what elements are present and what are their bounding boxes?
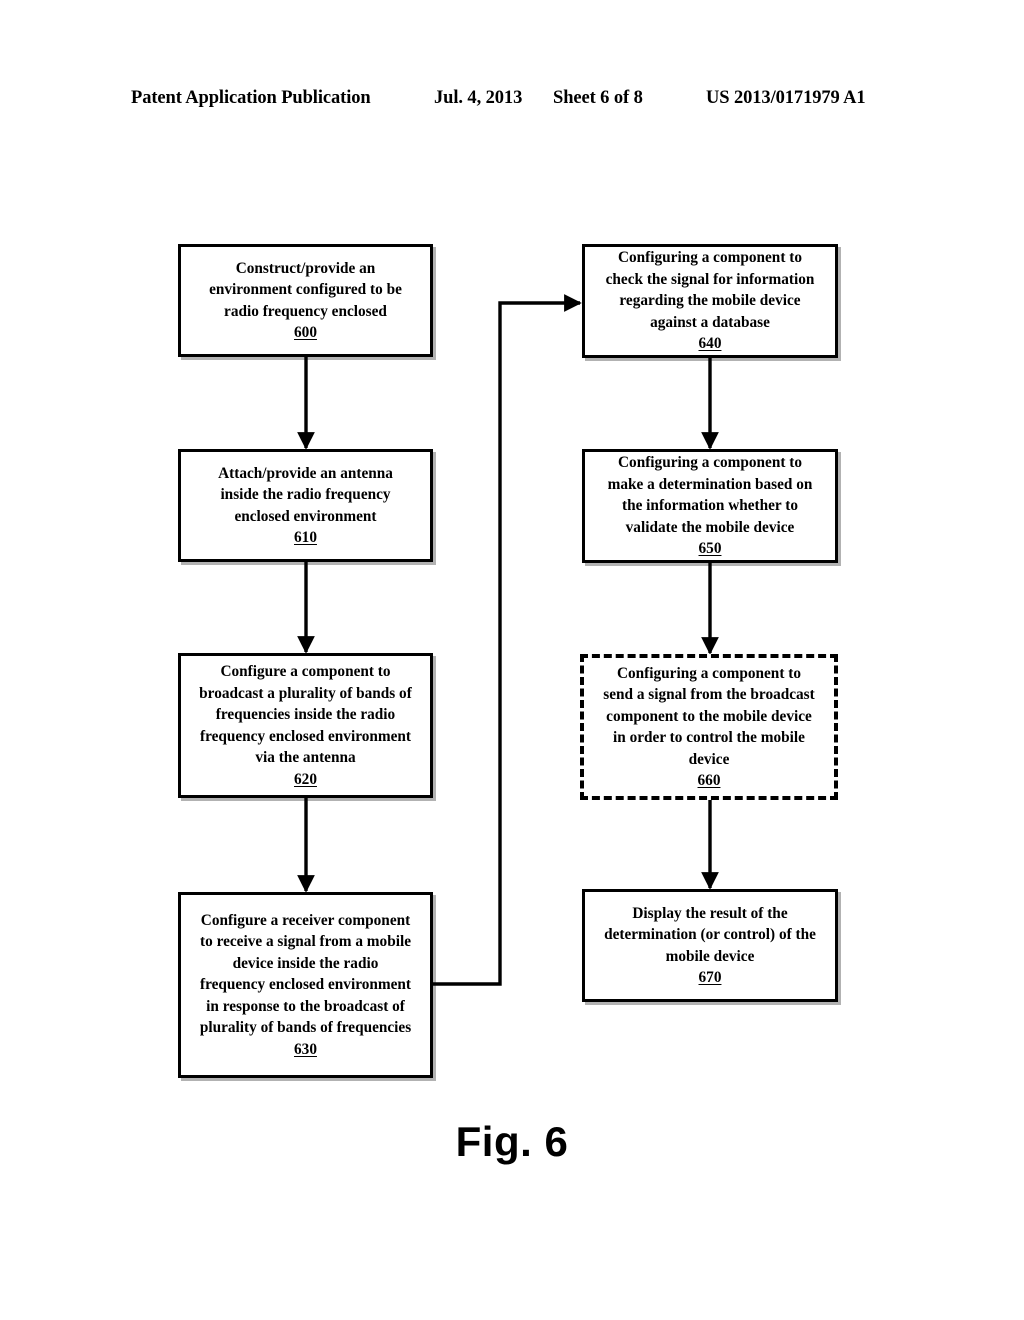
flowchart-node-640[interactable]: Configuring a component to check the sig… — [582, 244, 838, 358]
flowchart-node-650[interactable]: Configuring a component to make a determ… — [582, 449, 838, 563]
flowchart-node-660[interactable]: Configuring a component to send a signal… — [580, 654, 838, 800]
patent-figure-page: Patent Application Publication Jul. 4, 2… — [0, 0, 1024, 1320]
flowchart-node-600-label: Construct/provide an environment configu… — [209, 259, 402, 320]
flowchart-node-640-text: Configuring a component to check the sig… — [599, 226, 822, 377]
page-header: Patent Application Publication Jul. 4, 2… — [0, 84, 1024, 112]
flowchart-node-650-label: Configuring a component to make a determ… — [607, 454, 813, 536]
flowchart-node-670-label: Display the result of the determination … — [604, 904, 816, 965]
edge-630-640 — [433, 294, 582, 986]
flowchart-node-650-text: Configuring a component to make a determ… — [601, 431, 820, 582]
flowchart-node-670-text: Display the result of the determination … — [597, 881, 823, 1010]
flowchart-node-670[interactable]: Display the result of the determination … — [582, 889, 838, 1002]
flowchart-node-610-ref: 610 — [294, 529, 317, 546]
flowchart-node-620-label: Configure a component to broadcast a plu… — [199, 663, 412, 766]
header-publication-date: Jul. 4, 2013 — [434, 87, 523, 108]
flowchart-node-630-ref: 630 — [294, 1040, 317, 1058]
header-publication-title: Patent Application Publication — [131, 87, 371, 108]
flowchart-node-660-ref: 660 — [697, 772, 721, 789]
flowchart-node-650-ref: 650 — [698, 540, 722, 558]
flowchart-node-630[interactable]: Configure a receiver component to receiv… — [178, 892, 433, 1078]
header-sheet-number: Sheet 6 of 8 — [553, 87, 643, 108]
flowchart-node-620-ref: 620 — [294, 770, 317, 788]
figure-caption: Fig. 6 — [455, 1118, 569, 1165]
flowchart-node-630-label: Configure a receiver component to receiv… — [199, 911, 412, 1037]
flowchart-node-640-ref: 640 — [698, 335, 722, 353]
flowchart-node-620-text: Configure a component to broadcast a plu… — [192, 640, 419, 812]
flowchart-node-610-label: Attach/provide an antenna inside the rad… — [218, 464, 393, 525]
flowchart-node-670-ref: 670 — [698, 969, 722, 986]
flowchart-node-620[interactable]: Configure a component to broadcast a plu… — [178, 653, 433, 798]
flowchart-node-610[interactable]: Attach/provide an antenna inside the rad… — [178, 449, 433, 562]
flowchart-node-640-label: Configuring a component to check the sig… — [605, 249, 815, 331]
flowchart-node-600-ref: 600 — [294, 324, 317, 341]
flowchart-node-660-text: Configuring a component to send a signal… — [596, 641, 821, 813]
flowchart-node-600[interactable]: Construct/provide an environment configu… — [178, 244, 433, 357]
flowchart-node-600-text: Construct/provide an environment configu… — [202, 236, 409, 365]
flowchart-node-660-label: Configuring a component to send a signal… — [603, 664, 815, 768]
header-patent-number: US 2013/0171979 A1 — [706, 87, 866, 108]
flowchart-node-610-text: Attach/provide an antenna inside the rad… — [211, 441, 400, 570]
flowchart-node-630-text: Configure a receiver component to receiv… — [193, 888, 418, 1082]
